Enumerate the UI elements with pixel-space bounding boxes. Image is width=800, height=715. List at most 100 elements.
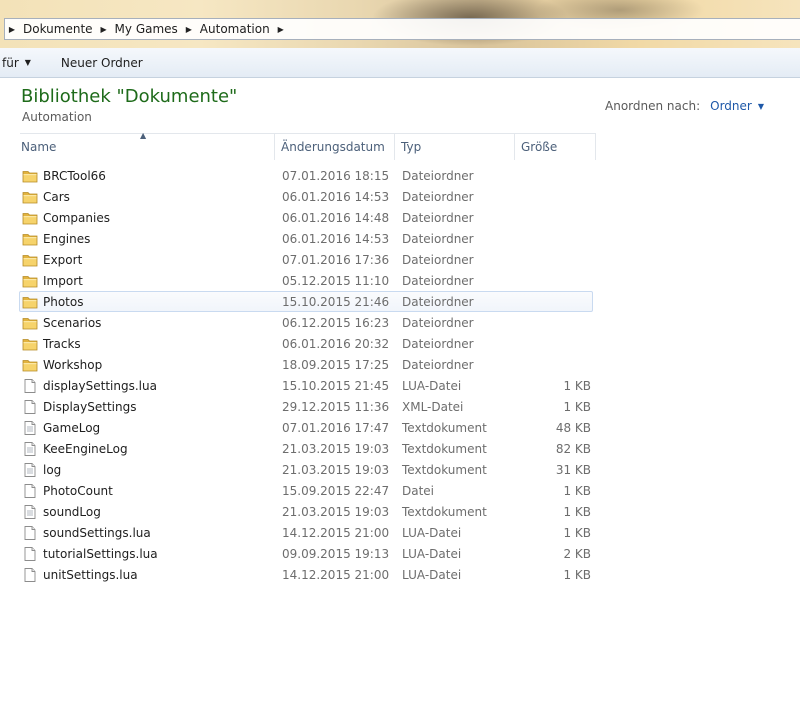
file-date: 06.01.2016 14:53 (282, 189, 390, 204)
file-size: 1 KB (563, 483, 591, 498)
file-row[interactable]: Photos 15.10.2015 21:46 Dateiordner (19, 291, 593, 312)
breadcrumb-item-my-games[interactable]: My Games (111, 22, 182, 36)
file-date: 09.09.2015 19:13 (282, 546, 390, 561)
file-row[interactable]: Import 05.12.2015 11:10 Dateiordner (19, 270, 593, 291)
folder-icon-svg (22, 212, 38, 224)
chevron-down-icon[interactable]: ▼ (758, 102, 764, 111)
chevron-right-icon[interactable]: ▶ (97, 19, 111, 39)
file-date: 15.10.2015 21:45 (282, 378, 390, 393)
text-file-icon (22, 420, 38, 436)
file-name: tutorialSettings.lua (43, 546, 158, 561)
file-name-cell: KeeEngineLog (20, 441, 277, 457)
file-icon-svg (24, 546, 36, 561)
new-folder-button[interactable]: Neuer Ordner (55, 52, 149, 74)
file-row[interactable]: Tracks 06.01.2016 20:32 Dateiordner (19, 333, 593, 354)
file-row[interactable]: PhotoCount 15.09.2015 22:47 Datei 1 KB (19, 480, 593, 501)
file-type: Textdokument (402, 441, 487, 456)
file-name: Cars (43, 189, 70, 204)
column-name[interactable]: Name ▲ (20, 131, 275, 160)
file-date: 18.09.2015 17:25 (282, 357, 390, 372)
breadcrumb-item-automation[interactable]: Automation (196, 22, 274, 36)
breadcrumb-item-dokumente[interactable]: Dokumente (19, 22, 97, 36)
library-subtitle: Automation (22, 110, 92, 124)
file-name: Tracks (43, 336, 81, 351)
breadcrumb[interactable]: ▶ Dokumente ▶ My Games ▶ Automation ▶ (4, 18, 800, 40)
file-row[interactable]: Export 07.01.2016 17:36 Dateiordner (19, 249, 593, 270)
file-row[interactable]: Scenarios 06.12.2015 16:23 Dateiordner (19, 312, 593, 333)
text-file-icon-svg (24, 462, 36, 477)
file-name-cell: log (20, 462, 277, 478)
file-date: 21.03.2015 19:03 (282, 441, 390, 456)
folder-icon-svg (22, 191, 38, 203)
file-date: 14.12.2015 21:00 (282, 567, 390, 582)
file-row[interactable]: soundSettings.lua 14.12.2015 21:00 LUA-Dat… (19, 522, 593, 543)
file-row[interactable]: displaySettings.lua 15.10.2015 21:45 LUA-D… (19, 375, 593, 396)
file-row[interactable]: tutorialSettings.lua 09.09.2015 19:13 LUA-… (19, 543, 593, 564)
file-icon-svg (24, 525, 36, 540)
file-icon (22, 546, 38, 562)
file-icon-svg (24, 567, 36, 582)
file-name-cell: displaySettings.lua (20, 378, 277, 394)
folder-icon (22, 294, 38, 310)
file-size: 1 KB (563, 525, 591, 540)
column-type[interactable]: Typ (395, 134, 515, 160)
folder-icon-svg (22, 233, 38, 245)
arrange-by: Anordnen nach: Ordner ▼ (605, 99, 764, 113)
file-type: Dateiordner (402, 231, 474, 246)
sort-ascending-icon: ▲ (140, 131, 147, 140)
file-name-cell: Workshop (20, 357, 277, 373)
file-name: Export (43, 252, 83, 267)
file-type: Dateiordner (402, 357, 474, 372)
chevron-right-icon[interactable]: ▶ (274, 19, 288, 39)
file-icon-svg (24, 378, 36, 393)
file-size: 82 KB (555, 441, 591, 456)
file-type: Dateiordner (402, 315, 474, 330)
file-row[interactable]: Workshop 18.09.2015 17:25 Dateiordner (19, 354, 593, 375)
file-row[interactable]: DisplaySettings 29.12.2015 11:36 XML-Datei… (19, 396, 593, 417)
file-name-cell: Import (20, 273, 277, 289)
folder-icon (22, 315, 38, 331)
file-name-cell: Companies (20, 210, 277, 226)
file-date: 07.01.2016 18:15 (282, 168, 390, 183)
file-date: 05.12.2015 11:10 (282, 273, 390, 288)
file-row[interactable]: Engines 06.01.2016 14:53 Dateiordner (19, 228, 593, 249)
folder-icon-svg (22, 317, 38, 329)
file-date: 21.03.2015 19:03 (282, 462, 390, 477)
file-row[interactable]: KeeEngineLog 21.03.2015 19:03 Textdokument… (19, 438, 593, 459)
folder-icon-svg (22, 170, 38, 182)
file-name-cell: Photos (20, 294, 277, 310)
chevron-right-icon[interactable]: ▶ (5, 19, 19, 39)
file-type: Textdokument (402, 420, 487, 435)
file-name: Photos (43, 294, 84, 309)
file-row[interactable]: Cars 06.01.2016 14:53 Dateiordner (19, 186, 593, 207)
file-size: 1 KB (563, 378, 591, 393)
file-row[interactable]: soundLog 21.03.2015 19:03 Textdokument 1 KB (19, 501, 593, 522)
library-title: Bibliothek "Dokumente" (21, 86, 238, 107)
file-row[interactable]: unitSettings.lua 14.12.2015 21:00 LUA-Date… (19, 564, 593, 585)
file-row[interactable]: log 21.03.2015 19:03 Textdokument 31 KB (19, 459, 593, 480)
folder-icon-svg (22, 296, 38, 308)
text-file-icon-svg (24, 441, 36, 456)
organize-button[interactable]: für ▼ (0, 52, 37, 74)
arrange-by-dropdown[interactable]: Ordner (710, 99, 752, 113)
file-row[interactable]: BRCTool66 07.01.2016 18:15 Dateiordner (19, 165, 593, 186)
file-type: Dateiordner (402, 168, 474, 183)
file-row[interactable]: Companies 06.01.2016 14:48 Dateiordner (19, 207, 593, 228)
file-name-cell: soundLog (20, 504, 277, 520)
file-size: 2 KB (563, 546, 591, 561)
folder-icon (22, 189, 38, 205)
folder-icon (22, 336, 38, 352)
file-type: LUA-Datei (402, 525, 462, 540)
folder-icon-svg (22, 254, 38, 266)
chevron-right-icon[interactable]: ▶ (182, 19, 196, 39)
column-date[interactable]: Änderungsdatum (275, 134, 395, 160)
file-name-cell: Scenarios (20, 315, 277, 331)
chevron-down-icon: ▼ (24, 58, 31, 67)
file-date: 06.12.2015 16:23 (282, 315, 390, 330)
file-date: 15.10.2015 21:46 (282, 294, 390, 309)
column-size[interactable]: Größe (515, 134, 596, 160)
file-name-cell: soundSettings.lua (20, 525, 277, 541)
text-file-icon-svg (24, 420, 36, 435)
file-name-cell: GameLog (20, 420, 277, 436)
file-row[interactable]: GameLog 07.01.2016 17:47 Textdokument 48 KB (19, 417, 593, 438)
